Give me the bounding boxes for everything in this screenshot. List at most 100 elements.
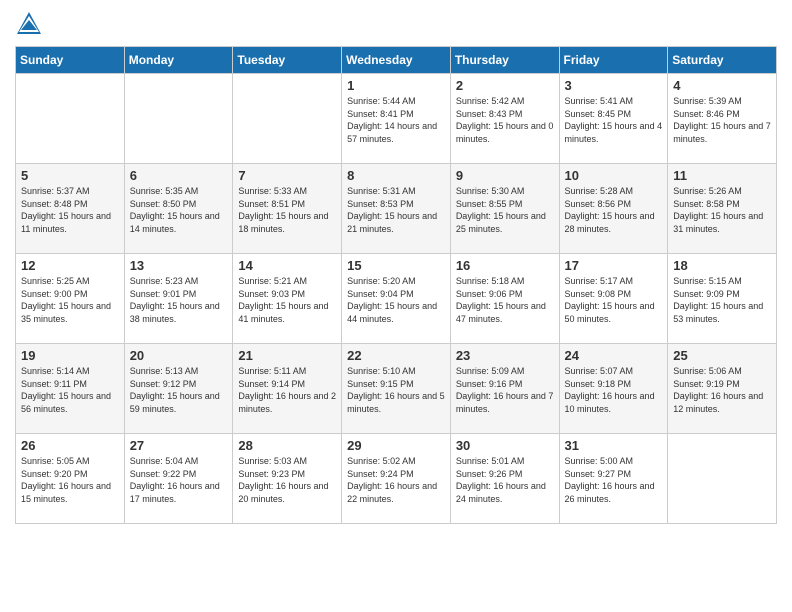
day-info: Sunrise: 5:10 AMSunset: 9:15 PMDaylight:… <box>347 365 445 415</box>
day-number: 1 <box>347 78 445 93</box>
calendar-cell: 14Sunrise: 5:21 AMSunset: 9:03 PMDayligh… <box>233 254 342 344</box>
calendar-cell: 4Sunrise: 5:39 AMSunset: 8:46 PMDaylight… <box>668 74 777 164</box>
day-header-monday: Monday <box>124 47 233 74</box>
calendar-cell: 18 Sunrise: 5:15 AMSunset: 9:09 PMDayligh… <box>668 254 777 344</box>
day-info: Sunrise: 5:07 AMSunset: 9:18 PMDaylight:… <box>565 365 663 415</box>
day-info: Sunrise: 5:09 AMSunset: 9:16 PMDaylight:… <box>456 365 554 415</box>
day-number: 5 <box>21 168 119 183</box>
calendar-cell: 17 Sunrise: 5:17 AMSunset: 9:08 PMDayligh… <box>559 254 668 344</box>
day-number: 10 <box>565 168 663 183</box>
day-number: 13 <box>130 258 228 273</box>
day-number: 29 <box>347 438 445 453</box>
day-info: Sunrise: 5:21 AMSunset: 9:03 PMDaylight:… <box>238 275 336 325</box>
day-number: 26 <box>21 438 119 453</box>
day-info: Sunrise: 5:41 AMSunset: 8:45 PMDaylight:… <box>565 95 663 145</box>
day-number: 8 <box>347 168 445 183</box>
day-info: Sunrise: 5:30 AMSunset: 8:55 PMDaylight:… <box>456 185 554 235</box>
day-header-thursday: Thursday <box>450 47 559 74</box>
calendar-cell: 26 Sunrise: 5:05 AMSunset: 9:20 PMDayligh… <box>16 434 125 524</box>
calendar-cell: 23Sunrise: 5:09 AMSunset: 9:16 PMDayligh… <box>450 344 559 434</box>
calendar-cell: 8 Sunrise: 5:31 AMSunset: 8:53 PMDaylight… <box>342 164 451 254</box>
day-number: 11 <box>673 168 771 183</box>
day-number: 7 <box>238 168 336 183</box>
day-number: 27 <box>130 438 228 453</box>
day-info: Sunrise: 5:13 AMSunset: 9:12 PMDaylight:… <box>130 365 228 415</box>
day-info: Sunrise: 5:28 AMSunset: 8:56 PMDaylight:… <box>565 185 663 235</box>
day-number: 3 <box>565 78 663 93</box>
day-info: Sunrise: 5:06 AMSunset: 9:19 PMDaylight:… <box>673 365 771 415</box>
calendar-cell: 11 Sunrise: 5:26 AMSunset: 8:58 PMDayligh… <box>668 164 777 254</box>
week-row-3: 12Sunrise: 5:25 AMSunset: 9:00 PMDayligh… <box>16 254 777 344</box>
day-number: 24 <box>565 348 663 363</box>
week-row-2: 5 Sunrise: 5:37 AMSunset: 8:48 PMDaylight… <box>16 164 777 254</box>
day-header-saturday: Saturday <box>668 47 777 74</box>
day-info: Sunrise: 5:01 AMSunset: 9:26 PMDaylight:… <box>456 455 554 505</box>
calendar-cell: 6 Sunrise: 5:35 AMSunset: 8:50 PMDaylight… <box>124 164 233 254</box>
day-number: 30 <box>456 438 554 453</box>
day-info: Sunrise: 5:35 AMSunset: 8:50 PMDaylight:… <box>130 185 228 235</box>
calendar-cell: 22 Sunrise: 5:10 AMSunset: 9:15 PMDayligh… <box>342 344 451 434</box>
day-number: 28 <box>238 438 336 453</box>
day-info: Sunrise: 5:31 AMSunset: 8:53 PMDaylight:… <box>347 185 445 235</box>
calendar-cell <box>124 74 233 164</box>
calendar-cell: 7 Sunrise: 5:33 AMSunset: 8:51 PMDaylight… <box>233 164 342 254</box>
calendar-table: SundayMondayTuesdayWednesdayThursdayFrid… <box>15 46 777 524</box>
day-info: Sunrise: 5:44 AMSunset: 8:41 PMDaylight:… <box>347 95 445 145</box>
day-number: 9 <box>456 168 554 183</box>
day-number: 22 <box>347 348 445 363</box>
day-number: 4 <box>673 78 771 93</box>
day-number: 15 <box>347 258 445 273</box>
day-info: Sunrise: 5:42 AMSunset: 8:43 PMDaylight:… <box>456 95 554 145</box>
day-info: Sunrise: 5:33 AMSunset: 8:51 PMDaylight:… <box>238 185 336 235</box>
week-row-1: 1 Sunrise: 5:44 AMSunset: 8:41 PMDaylight… <box>16 74 777 164</box>
day-header-friday: Friday <box>559 47 668 74</box>
day-number: 2 <box>456 78 554 93</box>
calendar-header-row: SundayMondayTuesdayWednesdayThursdayFrid… <box>16 47 777 74</box>
day-info: Sunrise: 5:37 AMSunset: 8:48 PMDaylight:… <box>21 185 119 235</box>
day-info: Sunrise: 5:04 AMSunset: 9:22 PMDaylight:… <box>130 455 228 505</box>
day-number: 20 <box>130 348 228 363</box>
header <box>15 10 777 38</box>
day-number: 16 <box>456 258 554 273</box>
day-info: Sunrise: 5:20 AMSunset: 9:04 PMDaylight:… <box>347 275 445 325</box>
day-number: 19 <box>21 348 119 363</box>
calendar-cell: 1 Sunrise: 5:44 AMSunset: 8:41 PMDaylight… <box>342 74 451 164</box>
logo <box>15 10 45 38</box>
day-number: 6 <box>130 168 228 183</box>
day-info: Sunrise: 5:18 AMSunset: 9:06 PMDaylight:… <box>456 275 554 325</box>
day-number: 18 <box>673 258 771 273</box>
calendar-container: SundayMondayTuesdayWednesdayThursdayFrid… <box>0 0 792 534</box>
calendar-cell: 10 Sunrise: 5:28 AMSunset: 8:56 PMDayligh… <box>559 164 668 254</box>
calendar-cell: 15 Sunrise: 5:20 AMSunset: 9:04 PMDayligh… <box>342 254 451 344</box>
day-info: Sunrise: 5:03 AMSunset: 9:23 PMDaylight:… <box>238 455 336 505</box>
calendar-cell: 25 Sunrise: 5:06 AMSunset: 9:19 PMDayligh… <box>668 344 777 434</box>
calendar-cell <box>16 74 125 164</box>
day-info: Sunrise: 5:11 AMSunset: 9:14 PMDaylight:… <box>238 365 336 415</box>
calendar-cell: 13 Sunrise: 5:23 AMSunset: 9:01 PMDayligh… <box>124 254 233 344</box>
day-info: Sunrise: 5:02 AMSunset: 9:24 PMDaylight:… <box>347 455 445 505</box>
calendar-cell <box>233 74 342 164</box>
calendar-cell: 28 Sunrise: 5:03 AMSunset: 9:23 PMDayligh… <box>233 434 342 524</box>
day-info: Sunrise: 5:26 AMSunset: 8:58 PMDaylight:… <box>673 185 771 235</box>
day-info: Sunrise: 5:15 AMSunset: 9:09 PMDaylight:… <box>673 275 771 325</box>
day-number: 17 <box>565 258 663 273</box>
calendar-cell: 19 Sunrise: 5:14 AMSunset: 9:11 PMDayligh… <box>16 344 125 434</box>
week-row-5: 26 Sunrise: 5:05 AMSunset: 9:20 PMDayligh… <box>16 434 777 524</box>
day-info: Sunrise: 5:23 AMSunset: 9:01 PMDaylight:… <box>130 275 228 325</box>
day-info: Sunrise: 5:14 AMSunset: 9:11 PMDaylight:… <box>21 365 119 415</box>
day-header-sunday: Sunday <box>16 47 125 74</box>
week-row-4: 19 Sunrise: 5:14 AMSunset: 9:11 PMDayligh… <box>16 344 777 434</box>
calendar-cell: 12Sunrise: 5:25 AMSunset: 9:00 PMDayligh… <box>16 254 125 344</box>
day-number: 12 <box>21 258 119 273</box>
calendar-cell: 2 Sunrise: 5:42 AMSunset: 8:43 PMDaylight… <box>450 74 559 164</box>
day-info: Sunrise: 5:05 AMSunset: 9:20 PMDaylight:… <box>21 455 119 505</box>
calendar-cell: 21Sunrise: 5:11 AMSunset: 9:14 PMDayligh… <box>233 344 342 434</box>
day-info: Sunrise: 5:17 AMSunset: 9:08 PMDaylight:… <box>565 275 663 325</box>
logo-icon <box>15 10 43 38</box>
calendar-cell: 27 Sunrise: 5:04 AMSunset: 9:22 PMDayligh… <box>124 434 233 524</box>
calendar-cell <box>668 434 777 524</box>
day-number: 25 <box>673 348 771 363</box>
day-number: 31 <box>565 438 663 453</box>
day-header-wednesday: Wednesday <box>342 47 451 74</box>
calendar-cell: 30 Sunrise: 5:01 AMSunset: 9:26 PMDayligh… <box>450 434 559 524</box>
